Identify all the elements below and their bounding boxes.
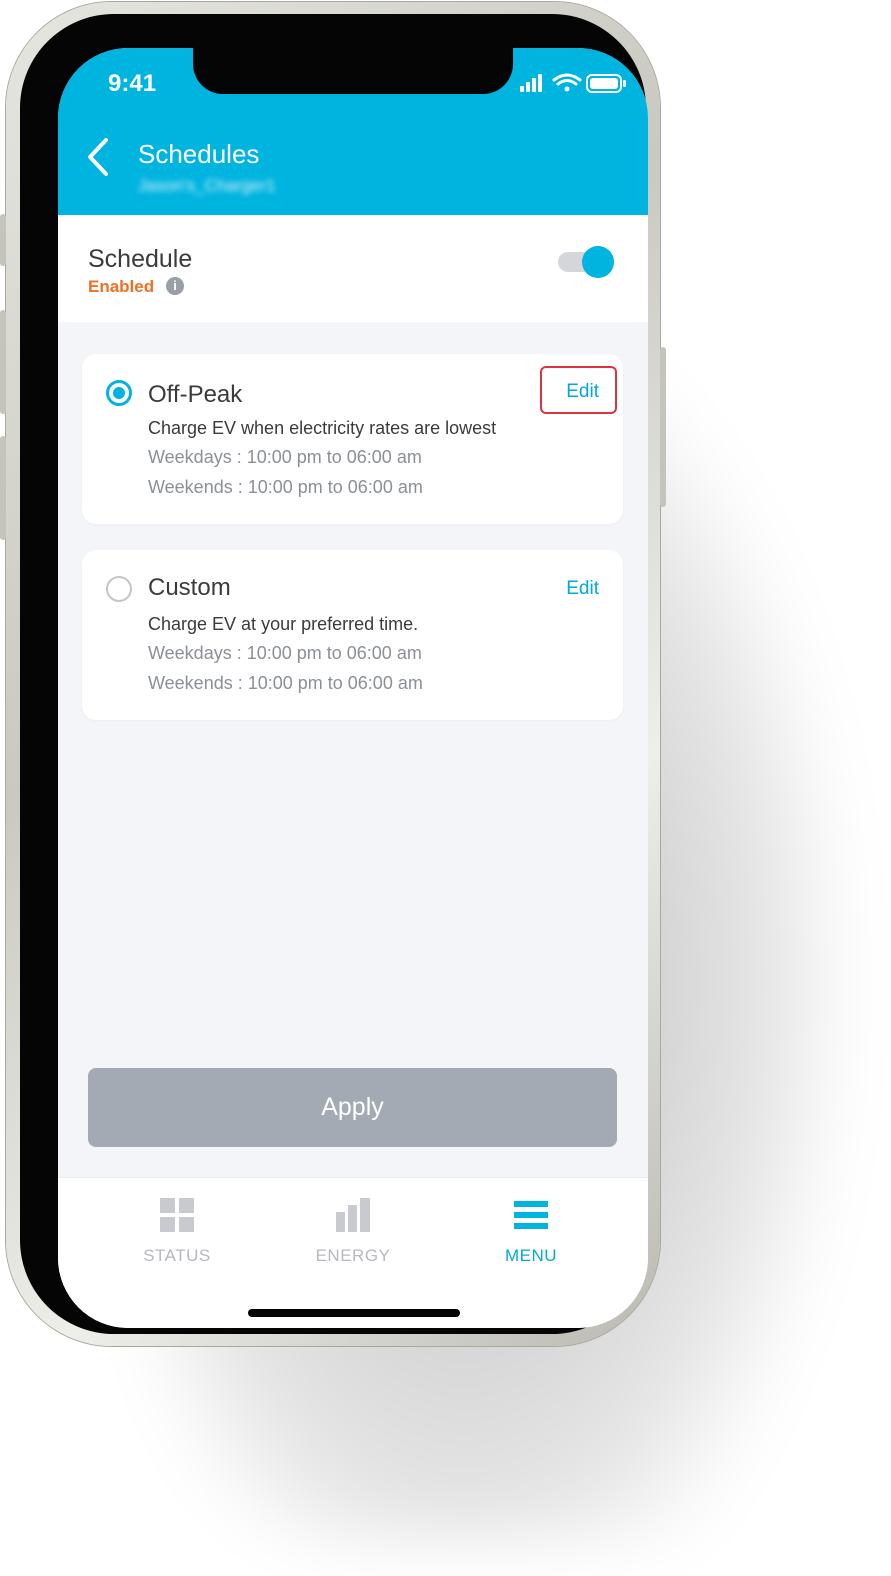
charger-name: Jason's_Charger1 [138, 176, 276, 195]
status-time: 9:41 [108, 70, 157, 97]
back-arrow-icon[interactable] [84, 136, 118, 178]
custom-edit-button[interactable]: Edit [566, 578, 599, 600]
mute-switch [0, 214, 6, 266]
off-peak-edit-button[interactable]: Edit [566, 381, 599, 403]
off-peak-card[interactable]: Off-Peak Edit Charge EV when electricity… [82, 354, 623, 524]
app-header: 9:41 Schedules Jason's_Charger1 [58, 48, 648, 215]
status-icons [520, 73, 626, 93]
option-title: Custom [148, 574, 231, 601]
phone-frame: 9:41 Schedules Jason's_Charger1 Schedule… [0, 2, 666, 1346]
option-description: Charge EV when electricity rates are low… [148, 418, 497, 438]
tab-status[interactable]: STATUS [107, 1196, 247, 1276]
wifi-icon [552, 73, 582, 92]
phone-notch [193, 48, 513, 94]
bottom-tab-bar: STATUS ENERGY MENU [58, 1177, 648, 1328]
tab-label: ENERGY [315, 1246, 391, 1265]
tab-energy[interactable]: ENERGY [283, 1196, 423, 1276]
power-button [660, 347, 666, 507]
info-icon[interactable]: i [166, 277, 184, 295]
phone-bezel: 9:41 Schedules Jason's_Charger1 Schedule… [20, 14, 648, 1334]
tab-label: STATUS [143, 1246, 211, 1265]
schedule-toggle[interactable] [558, 245, 614, 279]
bar-chart-icon [336, 1198, 370, 1232]
home-indicator[interactable] [248, 1309, 460, 1317]
tab-label: MENU [504, 1246, 558, 1265]
weekends-time: Weekends : 10:00 pm to 06:00 am [148, 477, 423, 497]
schedule-status: Enabled [88, 277, 155, 296]
volume-down-button [0, 436, 6, 540]
signal-icon [520, 74, 542, 92]
grid-icon [160, 1198, 194, 1232]
option-title: Off-Peak [148, 381, 243, 408]
volume-up-button [0, 310, 6, 414]
battery-icon [586, 74, 626, 93]
custom-card[interactable]: Custom Edit Charge EV at your preferred … [82, 550, 623, 720]
menu-icon [514, 1201, 548, 1229]
weekdays-time: Weekdays : 10:00 pm to 06:00 am [148, 643, 422, 663]
schedule-panel: Schedule Enabled i [58, 215, 648, 322]
apply-button[interactable]: Apply [88, 1068, 617, 1147]
toggle-knob [582, 246, 614, 278]
off-peak-radio[interactable] [106, 380, 132, 406]
page-title: Schedules [138, 139, 260, 169]
schedule-title: Schedule [88, 245, 193, 273]
weekdays-time: Weekdays : 10:00 pm to 06:00 am [148, 447, 422, 467]
option-description: Charge EV at your preferred time. [148, 614, 419, 634]
app-screen: 9:41 Schedules Jason's_Charger1 Schedule… [58, 48, 648, 1328]
weekends-time: Weekends : 10:00 pm to 06:00 am [148, 673, 423, 693]
custom-radio[interactable] [106, 576, 132, 602]
tab-menu[interactable]: MENU [461, 1196, 601, 1276]
